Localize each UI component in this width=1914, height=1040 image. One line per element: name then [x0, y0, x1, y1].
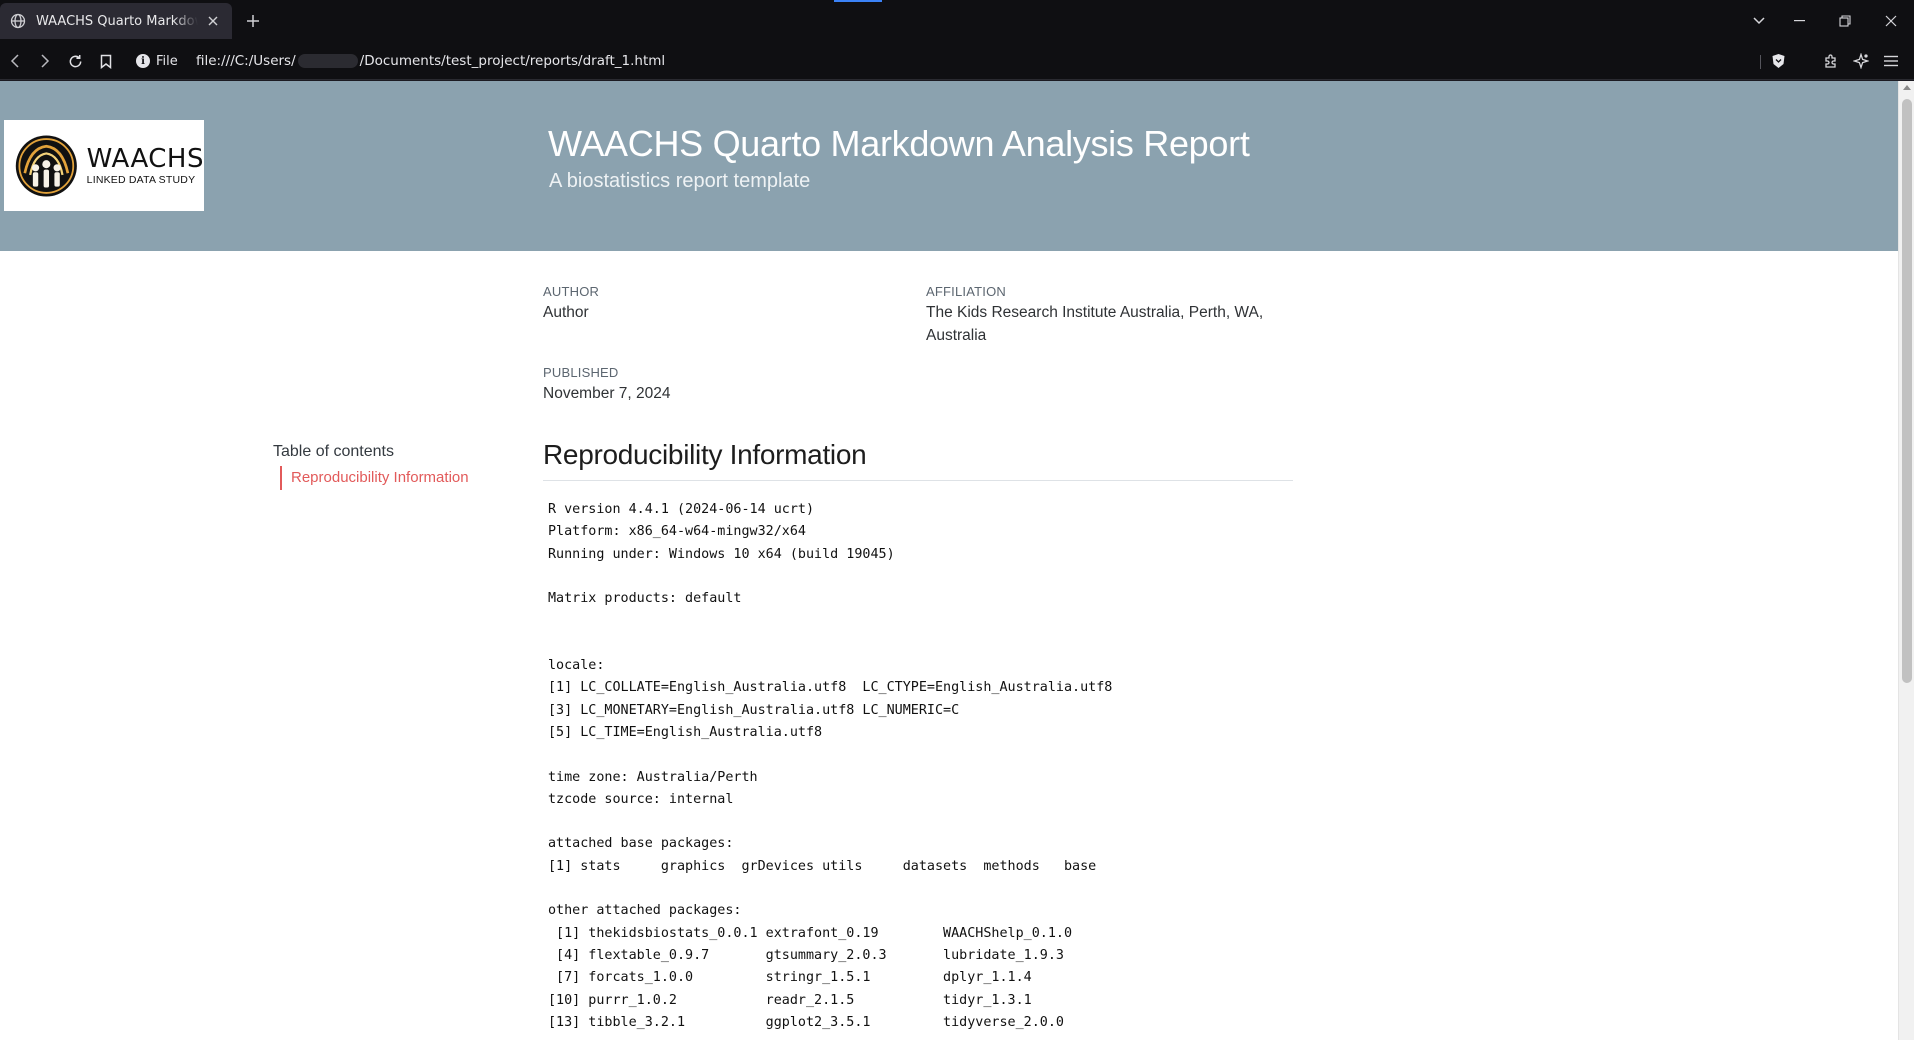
toc-item-reproducibility[interactable]: Reproducibility Information — [280, 466, 469, 490]
code-line: Matrix products: default — [548, 591, 742, 607]
leo-ai-icon[interactable] — [1850, 50, 1872, 72]
author-label: AUTHOR — [543, 284, 600, 299]
affiliation-line-2: Australia — [926, 327, 987, 344]
code-line: [1] thekidsbiostats_0.0.1 extrafont_0.19… — [548, 925, 1073, 941]
browser-toolbar: i File file:///C:/Users/ /Documents/test_… — [0, 42, 1914, 80]
url-prefix: file:///C:/Users/ — [196, 53, 296, 69]
bookmark-icon[interactable] — [95, 50, 117, 72]
minimize-icon[interactable] — [1776, 0, 1822, 42]
scroll-up-arrow-icon[interactable] — [1903, 85, 1911, 90]
address-bar[interactable]: file:///C:/Users/ /Documents/test_project… — [196, 50, 665, 72]
loading-indicator — [834, 0, 882, 2]
section-heading: Reproducibility Information — [543, 439, 1293, 481]
code-line: [4] flextable_0.9.7 gtsummary_2.0.3 lubr… — [548, 947, 1064, 963]
info-icon: i — [136, 54, 150, 68]
close-tab-icon[interactable] — [204, 12, 222, 30]
globe-icon — [10, 13, 26, 29]
code-line: [1] LC_COLLATE=English_Australia.utf8 LC… — [548, 680, 1113, 696]
site-info-label: File — [156, 53, 178, 69]
toc-title: Table of contents — [273, 443, 394, 460]
forward-icon[interactable] — [34, 50, 56, 72]
code-line: [1] stats graphics grDevices utils datas… — [548, 858, 1097, 874]
toolbar-separator — [1760, 55, 1761, 69]
code-line: [5] LC_TIME=English_Australia.utf8 — [548, 724, 823, 740]
code-line: tzcode source: internal — [548, 791, 734, 807]
reload-icon[interactable] — [64, 50, 86, 72]
code-line: [3] LC_MONETARY=English_Australia.utf8 L… — [548, 702, 960, 718]
code-line: [13] tibble_3.2.1 ggplot2_3.5.1 tidyvers… — [548, 1014, 1064, 1030]
back-icon[interactable] — [4, 50, 26, 72]
published-value: November 7, 2024 — [543, 385, 671, 402]
scrollbar-thumb[interactable] — [1902, 99, 1912, 683]
close-window-icon[interactable] — [1868, 0, 1914, 42]
code-line: other attached packages: — [548, 903, 742, 919]
session-info-code-block: R version 4.4.1 (2024-06-14 ucrt) Platfor… — [548, 499, 1112, 1034]
affiliation-line-1: The Kids Research Institute Australia, P… — [926, 304, 1264, 321]
page-scrollbar[interactable] — [1898, 81, 1914, 1040]
browser-tab-active[interactable]: WAACHS Quarto Markdown Analysis Report — [0, 3, 232, 39]
extensions-icon[interactable] — [1820, 50, 1842, 72]
tab-title: WAACHS Quarto Markdown Analysis Report — [36, 13, 198, 29]
waachs-logo: WAACHS LINKED DATA STUDY — [4, 120, 204, 211]
logo-wordmark: WAACHS — [86, 143, 204, 174]
brave-shield-icon[interactable] — [1767, 50, 1789, 72]
code-line: attached base packages: — [548, 836, 734, 852]
affiliation-label: AFFILIATION — [926, 284, 1006, 299]
url-suffix: /Documents/test_project/reports/draft_1.… — [359, 53, 666, 69]
browser-tab-bar: WAACHS Quarto Markdown Analysis Report — [0, 0, 1914, 42]
code-line: R version 4.4.1 (2024-06-14 ucrt) — [548, 502, 815, 517]
code-line: [7] forcats_1.0.0 stringr_1.5.1 dplyr_1.… — [548, 970, 1032, 986]
page-subtitle: A biostatistics report template — [549, 170, 811, 192]
redacted-username — [297, 54, 358, 68]
waachs-emblem-icon — [15, 134, 77, 197]
page-viewport: WAACHS LINKED DATA STUDY WAACHS Quarto M… — [0, 81, 1898, 1040]
published-label: PUBLISHED — [543, 365, 619, 380]
new-tab-icon[interactable] — [242, 10, 264, 32]
code-line: Platform: x86_64-w64-mingw32/x64 — [548, 524, 806, 540]
code-line: locale: — [548, 658, 605, 674]
code-line: [10] purrr_1.0.2 readr_2.1.5 tidyr_1.3.1 — [548, 992, 1032, 1008]
page-title: WAACHS Quarto Markdown Analysis Report — [548, 123, 1250, 164]
logo-tagline: LINKED DATA STUDY — [86, 173, 196, 186]
title-banner: WAACHS LINKED DATA STUDY WAACHS Quarto M… — [0, 81, 1898, 251]
author-value: Author — [543, 304, 589, 321]
menu-icon[interactable] — [1880, 50, 1902, 72]
site-info-button[interactable]: i File — [136, 50, 178, 72]
restore-icon[interactable] — [1822, 0, 1868, 42]
code-line: time zone: Australia/Perth — [548, 769, 758, 785]
code-line: Running under: Windows 10 x64 (build 190… — [548, 546, 895, 562]
